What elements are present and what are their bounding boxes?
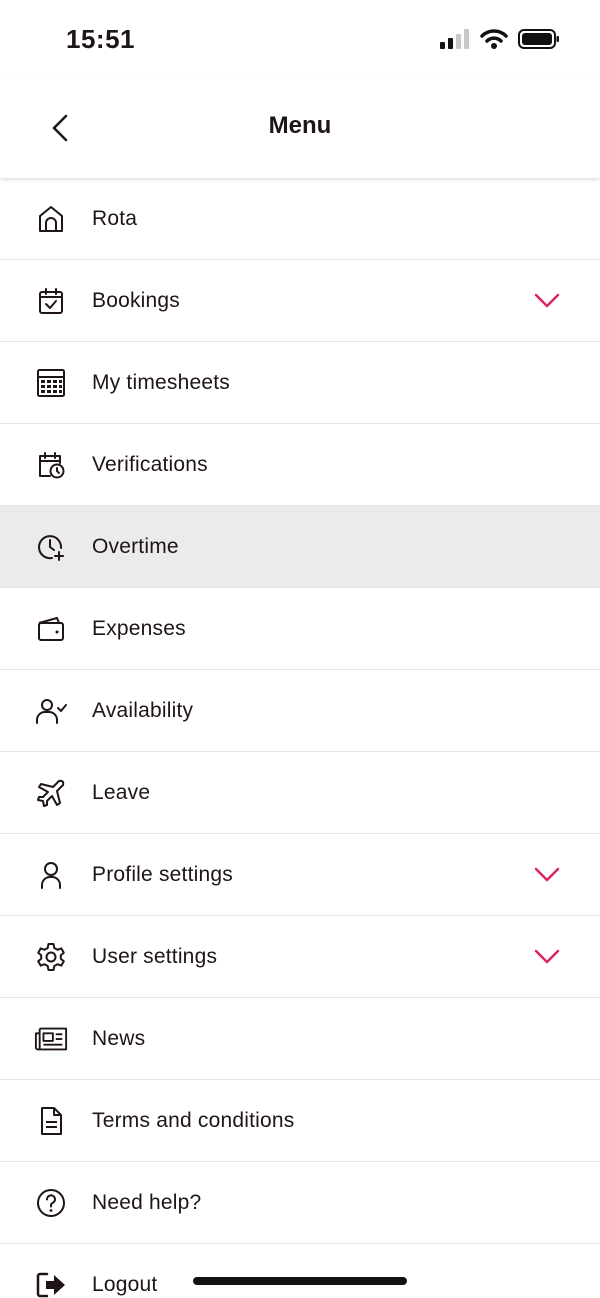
wifi-icon: [480, 29, 508, 49]
menu-item-label: Logout: [92, 1272, 158, 1296]
menu-item-label: My timesheets: [92, 370, 230, 394]
menu-item-verifications[interactable]: Verifications: [0, 424, 600, 506]
menu-item-expenses[interactable]: Expenses: [0, 588, 600, 670]
menu-item-news[interactable]: News: [0, 998, 600, 1080]
wallet-icon: [34, 612, 68, 646]
status-bar: 15:51: [0, 0, 600, 80]
document-icon: [34, 1104, 68, 1138]
home-indicator: [193, 1277, 407, 1285]
menu-item-label: Leave: [92, 780, 151, 804]
menu-item-bookings[interactable]: Bookings: [0, 260, 600, 342]
menu-item-label: Terms and conditions: [92, 1108, 295, 1132]
menu-item-terms-and-conditions[interactable]: Terms and conditions: [0, 1080, 600, 1162]
menu-item-my-timesheets[interactable]: My timesheets: [0, 342, 600, 424]
calendar-clock-icon: [34, 448, 68, 482]
menu-item-label: Overtime: [92, 534, 179, 558]
menu-item-need-help[interactable]: Need help?: [0, 1162, 600, 1244]
battery-icon: [518, 29, 559, 49]
gear-icon: [34, 940, 68, 974]
menu-item-label: Rota: [92, 206, 138, 230]
user-check-icon: [34, 694, 68, 728]
status-icons: [440, 28, 560, 50]
user-icon: [34, 858, 68, 892]
menu-item-logout[interactable]: Logout: [0, 1244, 600, 1298]
menu-item-label: User settings: [92, 944, 218, 968]
menu-item-label: Bookings: [92, 288, 180, 312]
newspaper-icon: [34, 1022, 68, 1056]
chevron-down-icon[interactable]: [534, 944, 560, 970]
logout-icon: [34, 1268, 68, 1298]
status-time: 15:51: [66, 24, 135, 54]
cellular-signal-icon: [440, 29, 469, 49]
chevron-down-icon[interactable]: [534, 862, 560, 888]
menu-item-rota[interactable]: Rota: [0, 178, 600, 260]
menu-item-label: Expenses: [92, 616, 186, 640]
menu-item-leave[interactable]: Leave: [0, 752, 600, 834]
menu-item-profile-settings[interactable]: Profile settings: [0, 834, 600, 916]
calendar-check-icon: [34, 284, 68, 318]
menu-item-label: News: [92, 1026, 146, 1050]
menu-item-user-settings[interactable]: User settings: [0, 916, 600, 998]
page-title: Menu: [268, 112, 332, 139]
airplane-icon: [34, 776, 68, 810]
menu-item-availability[interactable]: Availability: [0, 670, 600, 752]
menu-item-label: Availability: [92, 698, 194, 722]
home-icon: [34, 202, 68, 236]
header: Menu: [0, 80, 600, 178]
menu-item-label: Verifications: [92, 452, 208, 476]
help-icon: [34, 1186, 68, 1220]
menu-item-label: Profile settings: [92, 862, 233, 886]
menu-list: Rota Bookings My timesheets Verification…: [0, 178, 600, 1298]
clock-plus-icon: [34, 530, 68, 564]
calculator-icon: [34, 366, 68, 400]
chevron-down-icon[interactable]: [534, 288, 560, 314]
menu-item-overtime[interactable]: Overtime: [0, 506, 600, 588]
menu-item-label: Need help?: [92, 1190, 202, 1214]
